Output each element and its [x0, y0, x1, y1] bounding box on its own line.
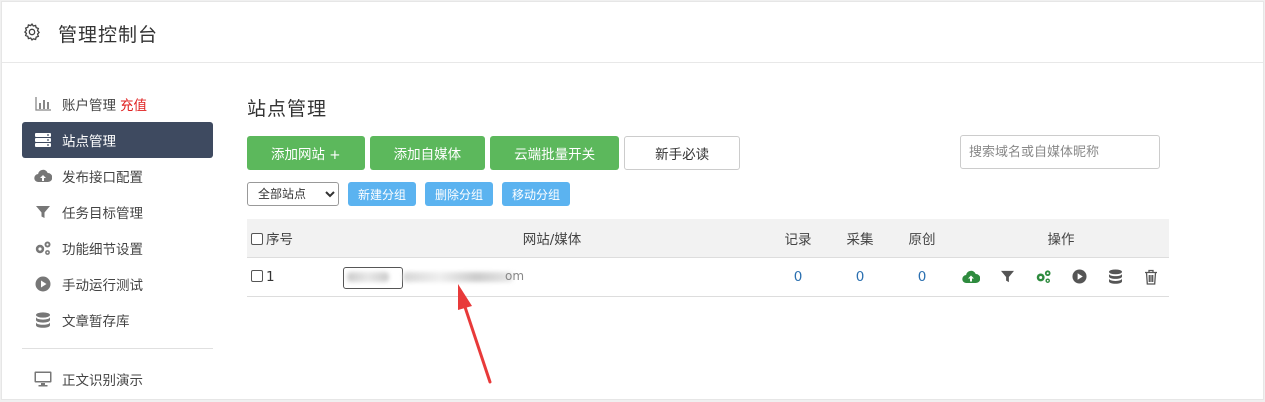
- app-title: 管理控制台: [58, 24, 159, 46]
- row-site[interactable]: om: [337, 257, 767, 297]
- row-records[interactable]: 0: [767, 257, 829, 297]
- sidebar-item-tasks[interactable]: 任务目标管理: [22, 194, 213, 230]
- sidebar-item-text-recognition-demo[interactable]: 正文识别演示: [22, 361, 213, 397]
- select-all-checkbox[interactable]: [251, 232, 263, 245]
- sidebar-item-label: 功能细节设置: [62, 242, 143, 258]
- sidebar-item-label: 正文识别演示: [62, 373, 143, 389]
- original-count[interactable]: 0: [918, 269, 927, 285]
- table-header-row: 序号 网站/媒体 记录 采集 原创 操作: [247, 219, 1169, 258]
- sidebar-item-sites[interactable]: 站点管理: [22, 122, 213, 158]
- collect-count[interactable]: 0: [856, 269, 865, 285]
- table-row: 1 om 0 0 0: [247, 257, 1169, 297]
- row-original[interactable]: 0: [891, 257, 953, 297]
- gear-icon: [23, 23, 40, 41]
- header-seq: 序号: [247, 219, 337, 258]
- blurred-site-domain: [403, 271, 513, 282]
- play-circle-icon[interactable]: [1070, 268, 1088, 286]
- sidebar-item-label: 任务目标管理: [62, 206, 143, 222]
- sidebar-item-label: 手动运行测试: [62, 278, 143, 294]
- play-circle-icon: [34, 275, 52, 293]
- sidebar-item-label: 账户管理: [62, 98, 116, 114]
- action-bar: 添加网站 + 添加自媒体 云端批量开关 新手必读: [247, 135, 1172, 170]
- gears-icon: [34, 239, 52, 257]
- main-content: 站点管理 添加网站 + 添加自媒体 云端批量开关 新手必读 全部站点 新建分组 …: [247, 94, 1172, 297]
- database-icon: [34, 311, 52, 329]
- filter-icon[interactable]: [998, 268, 1016, 286]
- row-collect[interactable]: 0: [829, 257, 891, 297]
- group-select[interactable]: 全部站点: [247, 182, 339, 206]
- gears-icon[interactable]: [1034, 268, 1052, 286]
- delete-group-button[interactable]: 删除分组: [425, 182, 494, 206]
- add-media-button[interactable]: 添加自媒体: [369, 136, 486, 170]
- row-actions: [953, 268, 1169, 286]
- sidebar-divider: [22, 348, 213, 349]
- row-checkbox[interactable]: [251, 269, 263, 282]
- recharge-link[interactable]: 充值: [120, 94, 147, 114]
- cloud-upload-icon[interactable]: [962, 268, 980, 286]
- sidebar-item-draft-store[interactable]: 文章暂存库: [22, 302, 213, 338]
- sidebar: 账户管理 充值 站点管理 发布接口配置 任务目标管理 功能细节设置 手动运行测试…: [22, 86, 213, 397]
- sites-table: 序号 网站/媒体 记录 采集 原创 操作 1 om 0 0 0: [247, 219, 1169, 297]
- server-icon: [34, 131, 52, 149]
- sidebar-item-manual-run[interactable]: 手动运行测试: [22, 266, 213, 302]
- sidebar-item-label: 文章暂存库: [62, 314, 130, 330]
- filter-icon: [34, 203, 52, 221]
- app-window: 管理控制台 账户管理 充值 站点管理 发布接口配置 任务目标管理 功能细节设置 …: [1, 1, 1264, 400]
- header-site: 网站/媒体: [337, 219, 767, 258]
- row-seq: 1: [247, 257, 337, 297]
- cloud-batch-toggle-button[interactable]: 云端批量开关: [490, 136, 620, 170]
- row-ops: [953, 257, 1169, 297]
- sidebar-item-account[interactable]: 账户管理 充值: [22, 86, 213, 122]
- header-original: 原创: [891, 219, 953, 258]
- header-seq-label: 序号: [266, 231, 293, 248]
- blurred-site-name: [347, 271, 389, 282]
- database-icon[interactable]: [1106, 268, 1124, 286]
- group-bar: 全部站点 新建分组 删除分组 移动分组: [247, 182, 1172, 206]
- site-domain-tail: om: [505, 268, 525, 283]
- page-title: 站点管理: [247, 98, 328, 120]
- newbie-guide-button[interactable]: 新手必读: [624, 136, 741, 170]
- sidebar-item-settings[interactable]: 功能细节设置: [22, 230, 213, 266]
- move-group-button[interactable]: 移动分组: [502, 182, 571, 206]
- new-group-button[interactable]: 新建分组: [348, 182, 417, 206]
- search-input[interactable]: [960, 135, 1160, 169]
- sidebar-item-publish-api[interactable]: 发布接口配置: [22, 158, 213, 194]
- sidebar-item-label: 发布接口配置: [62, 170, 143, 186]
- bar-chart-icon: [34, 95, 52, 113]
- header-records: 记录: [767, 219, 829, 258]
- row-seq-value: 1: [266, 268, 275, 285]
- header-ops: 操作: [953, 219, 1169, 258]
- trash-icon[interactable]: [1142, 268, 1160, 286]
- header-collect: 采集: [829, 219, 891, 258]
- top-header: 管理控制台: [2, 2, 1263, 63]
- cloud-upload-icon: [34, 167, 52, 185]
- add-site-button[interactable]: 添加网站 +: [247, 136, 365, 170]
- sidebar-item-label: 站点管理: [62, 134, 116, 150]
- monitor-icon: [34, 370, 52, 388]
- records-count[interactable]: 0: [794, 269, 803, 285]
